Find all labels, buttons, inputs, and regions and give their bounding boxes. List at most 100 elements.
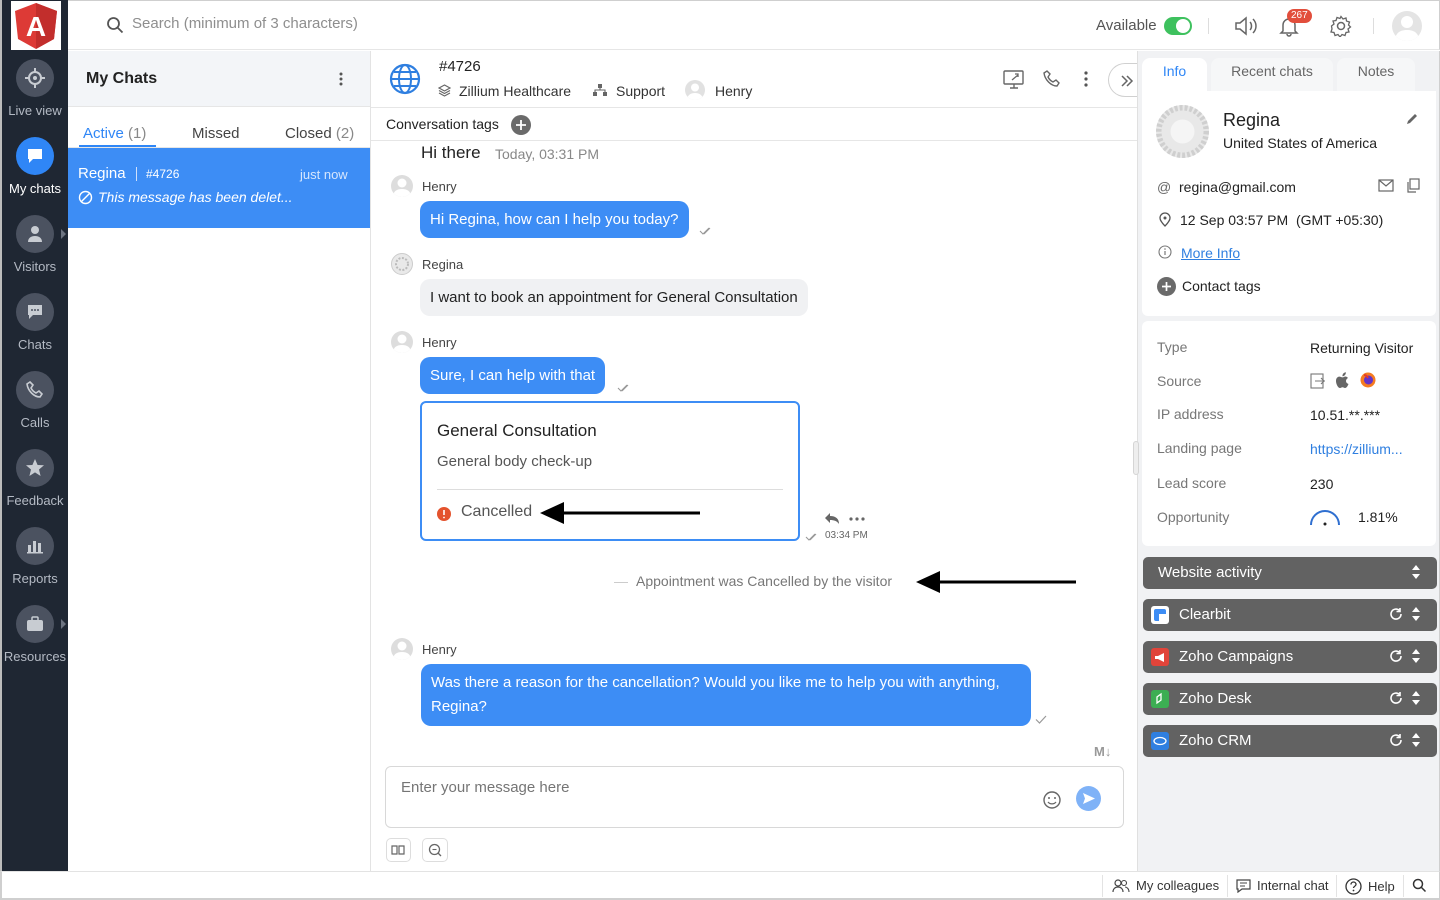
sort-icon xyxy=(1411,648,1421,664)
reply-icon[interactable] xyxy=(824,512,840,525)
message-bubble: Hi Regina, how can I help you today? xyxy=(420,201,689,238)
tab-recent-chats[interactable]: Recent chats xyxy=(1211,58,1333,91)
more-info-link[interactable]: More Info xyxy=(1181,245,1240,261)
sender-name: Regina xyxy=(422,256,464,272)
conversation-tags-bar: Conversation tags xyxy=(371,108,1137,141)
nav-live-view[interactable]: Live view xyxy=(2,59,68,118)
prop-label: Source xyxy=(1157,373,1202,389)
prop-label: Opportunity xyxy=(1157,509,1230,525)
markdown-badge[interactable]: M↓ xyxy=(1094,744,1111,759)
crm-icon xyxy=(1151,732,1169,750)
mail-icon[interactable] xyxy=(1378,179,1394,192)
tab-count: (1) xyxy=(128,125,147,142)
tab-missed[interactable]: Missed xyxy=(192,125,240,142)
plus-icon xyxy=(516,120,526,130)
visitor-avatar xyxy=(1156,105,1209,158)
avatar xyxy=(391,331,413,353)
greeting-title: Hi there xyxy=(421,143,481,162)
widget-zoho-campaigns[interactable]: Zoho Campaigns xyxy=(1143,641,1437,673)
visitor-email: regina@gmail.com xyxy=(1179,179,1296,195)
appointment-status: Cancelled xyxy=(461,503,533,520)
sort-icon xyxy=(1411,690,1421,706)
internal-chat-button[interactable]: Internal chat xyxy=(1236,878,1329,893)
gear-icon[interactable] xyxy=(1330,15,1352,37)
at-icon: @ xyxy=(1157,179,1172,195)
divider xyxy=(614,582,628,583)
tab-info[interactable]: Info xyxy=(1142,58,1207,91)
nav-calls[interactable]: Calls xyxy=(2,371,68,430)
tab-closed[interactable]: Closed (2) xyxy=(285,125,354,142)
opportunity-gauge-icon xyxy=(1309,509,1341,527)
expand-caret-icon xyxy=(61,229,66,239)
message-sender: Henry xyxy=(391,175,457,197)
user-avatar[interactable] xyxy=(1392,11,1422,41)
footer-label: Help xyxy=(1368,879,1395,894)
search-icon[interactable] xyxy=(1412,878,1427,893)
resize-handle[interactable] xyxy=(1133,441,1139,475)
more-vertical-icon[interactable] xyxy=(338,71,344,87)
nav-chats[interactable]: Chats xyxy=(2,293,68,352)
bar-chart-icon xyxy=(16,527,54,565)
footer-label: My colleagues xyxy=(1136,878,1220,893)
send-icon xyxy=(1083,793,1095,804)
message-bubble: Sure, I can help with that xyxy=(420,357,606,394)
system-message: Appointment was Cancelled by the visitor xyxy=(636,573,893,589)
tab-active[interactable]: Active (1) xyxy=(83,125,146,142)
sort-icon xyxy=(1411,564,1421,580)
message-sender: Henry xyxy=(391,331,457,353)
refresh-icon[interactable] xyxy=(1389,691,1403,705)
app-logo[interactable]: A xyxy=(11,1,61,50)
copy-icon[interactable] xyxy=(1406,178,1420,193)
search-replies-button[interactable] xyxy=(422,838,448,862)
add-tag-button[interactable] xyxy=(511,115,531,135)
landing-page-link[interactable]: https://zillium... xyxy=(1310,441,1403,457)
appointment-time: 03:34 PM xyxy=(825,530,868,541)
refresh-icon[interactable] xyxy=(1389,649,1403,663)
message-input[interactable] xyxy=(401,779,1001,796)
refresh-icon[interactable] xyxy=(1389,733,1403,747)
my-colleagues-button[interactable]: My colleagues xyxy=(1112,878,1219,893)
nav-feedback[interactable]: Feedback xyxy=(2,449,68,508)
plus-icon xyxy=(1162,282,1171,291)
availability-toggle[interactable] xyxy=(1164,17,1192,35)
widget-clearbit[interactable]: Clearbit xyxy=(1143,599,1437,631)
refresh-icon[interactable] xyxy=(1389,607,1403,621)
chat-list-item[interactable]: Regina #4726 just now This message has b… xyxy=(68,148,370,228)
nav-visitors[interactable]: Visitors xyxy=(2,215,68,274)
more-horizontal-icon[interactable] xyxy=(849,517,865,521)
widget-zoho-desk[interactable]: Zoho Desk xyxy=(1143,683,1437,715)
nav-resources[interactable]: Resources xyxy=(2,605,68,664)
sound-icon[interactable] xyxy=(1234,15,1260,37)
nav-reports[interactable]: Reports xyxy=(2,527,68,586)
conversation-tags-label: Conversation tags xyxy=(386,116,499,132)
availability-label: Available xyxy=(1096,17,1157,34)
help-button[interactable]: Help xyxy=(1345,878,1395,895)
company-name: Zillium Healthcare xyxy=(459,83,572,99)
phone-icon[interactable] xyxy=(1042,69,1062,89)
tab-notes[interactable]: Notes xyxy=(1337,58,1415,91)
widget-label: Clearbit xyxy=(1179,606,1231,623)
contact-tags-label: Contact tags xyxy=(1182,278,1261,294)
widget-website-activity[interactable]: Website activity xyxy=(1143,557,1437,589)
appointment-card[interactable]: General Consultation General body check-… xyxy=(420,401,800,541)
chat-item-preview: This message has been delet... xyxy=(98,189,293,205)
emoji-icon[interactable] xyxy=(1042,790,1062,810)
deleted-icon xyxy=(78,190,93,205)
widget-label: Zoho CRM xyxy=(1179,732,1252,749)
nav-my-chats[interactable]: My chats xyxy=(2,137,68,196)
prop-label: Type xyxy=(1157,339,1188,355)
check-icon xyxy=(1035,715,1047,724)
send-button[interactable] xyxy=(1076,786,1101,811)
more-vertical-icon[interactable] xyxy=(1083,70,1089,88)
canned-responses-button[interactable] xyxy=(386,838,411,862)
search-input[interactable] xyxy=(132,15,532,32)
divider xyxy=(437,489,783,490)
globe-icon xyxy=(389,63,421,95)
screen-share-icon[interactable] xyxy=(1003,69,1025,89)
add-contact-tag-button[interactable] xyxy=(1157,277,1176,296)
chat-list-panel: My Chats Active (1) Missed Closed (2) Re… xyxy=(68,51,371,871)
widget-zoho-crm[interactable]: Zoho CRM xyxy=(1143,725,1437,757)
conversation-id: #4726 xyxy=(439,58,481,75)
edit-icon[interactable] xyxy=(1405,112,1419,126)
visitor-properties-card: Type Returning Visitor Source IP address… xyxy=(1142,321,1436,546)
